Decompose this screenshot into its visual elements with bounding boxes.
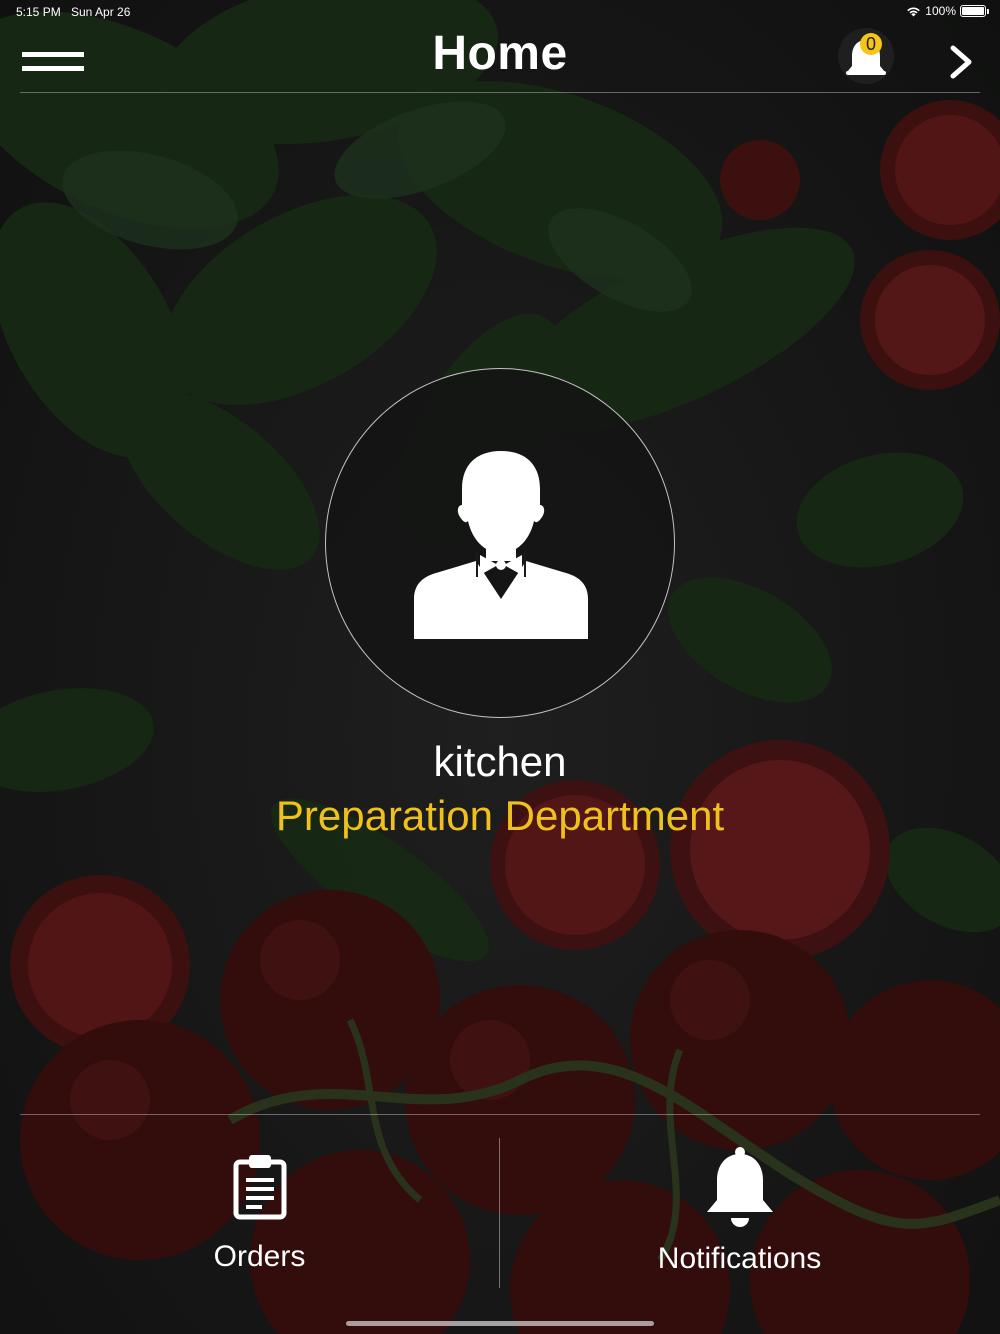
user-name: kitchen [433, 738, 567, 785]
avatar [325, 368, 675, 718]
wifi-icon [907, 7, 921, 17]
battery-icon [960, 5, 989, 17]
nav-divider [20, 92, 980, 93]
clipboard-icon [233, 1155, 286, 1220]
home-indicator[interactable] [346, 1321, 654, 1326]
tab-notifications-label: Notifications [657, 1242, 822, 1275]
bottom-divider [20, 1114, 980, 1115]
nav-bar: Home 0 [0, 24, 1000, 92]
department-label: Preparation Department [275, 792, 725, 839]
status-indicators: 100% [906, 4, 989, 18]
tab-orders[interactable]: Orders [10, 1140, 509, 1290]
status-bar: 5:15 PM Sun Apr 26 100% [0, 0, 1000, 24]
notification-count-badge: 0 [860, 33, 882, 55]
notifications-bell-button[interactable]: 0 [838, 28, 894, 84]
chevron-right-icon[interactable] [944, 42, 976, 82]
tab-orders-label: Orders [213, 1240, 306, 1273]
status-time: 5:15 PM [16, 5, 61, 19]
waiter-avatar-icon [414, 451, 588, 639]
tab-notifications[interactable]: Notifications [490, 1140, 989, 1290]
battery-percent: 100% [925, 4, 956, 18]
bell-icon [706, 1147, 773, 1227]
status-date: Sun Apr 26 [71, 5, 131, 19]
